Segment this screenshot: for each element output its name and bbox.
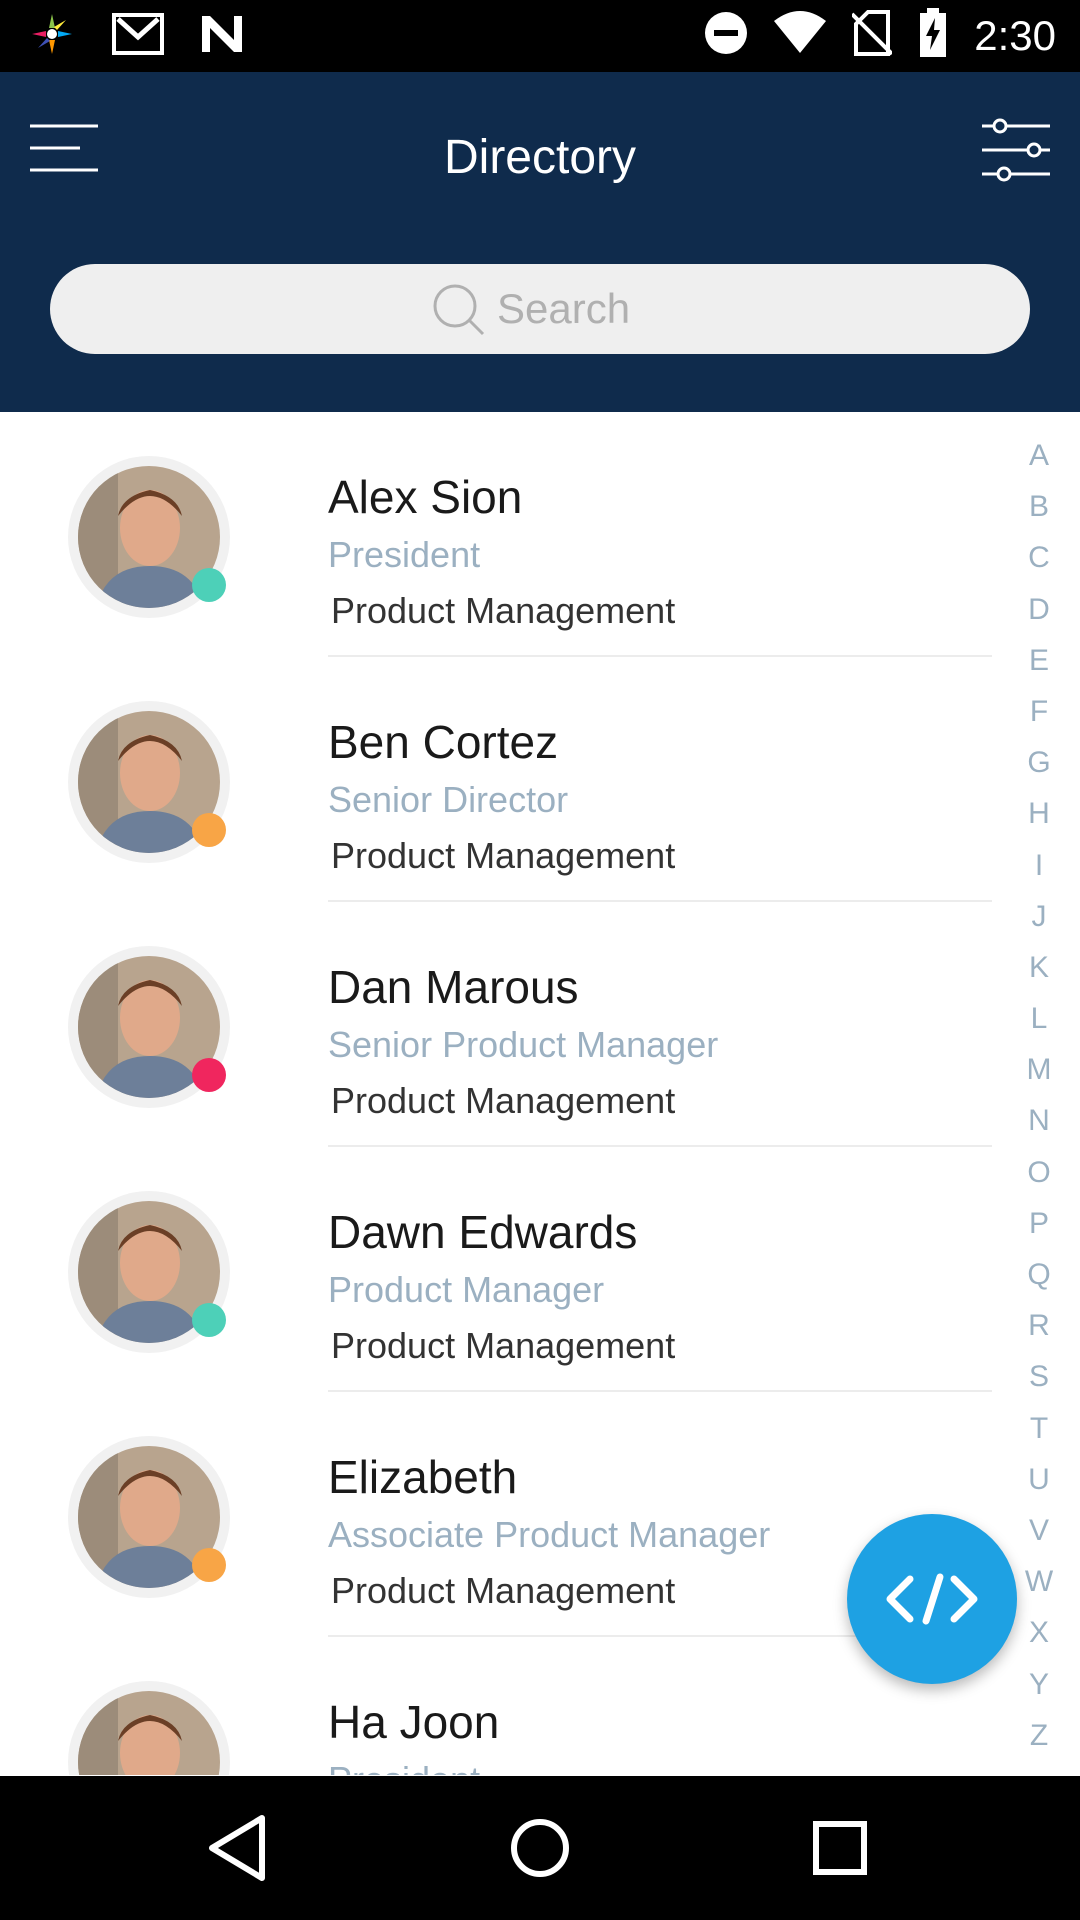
index-letter[interactable]: Q [1027, 1249, 1050, 1300]
home-button[interactable] [500, 1808, 580, 1888]
recents-icon [813, 1821, 867, 1875]
index-letter[interactable]: O [1027, 1147, 1050, 1198]
index-letter[interactable]: G [1027, 737, 1050, 788]
contact-department: Product Management [331, 1570, 676, 1611]
avatar [68, 1191, 230, 1353]
index-letter[interactable]: I [1035, 840, 1043, 891]
index-letter[interactable]: U [1028, 1454, 1050, 1505]
navigation-bar [0, 1776, 1080, 1920]
contact-name: Alex Sion [328, 471, 523, 523]
index-letter[interactable]: E [1029, 635, 1049, 686]
presence-dot [192, 813, 226, 847]
contact-title: Senior Product Manager [328, 1024, 719, 1065]
presence-dot [192, 568, 226, 602]
contact-title: Senior Director [328, 779, 569, 820]
index-letter[interactable]: T [1030, 1403, 1048, 1454]
index-letter[interactable]: C [1028, 532, 1050, 583]
contact-row[interactable]: Ha Joon President [0, 1637, 1000, 1775]
presence-dot [192, 1303, 226, 1337]
index-letter[interactable]: A [1029, 430, 1049, 481]
contact-name: Dan Marous [328, 961, 579, 1013]
avatar [68, 946, 230, 1108]
code-icon [886, 1573, 978, 1625]
avatar [68, 701, 230, 863]
page-title: Directory [443, 131, 637, 184]
avatar [68, 456, 230, 618]
contact-row[interactable]: Alex Sion President Product Management [0, 412, 1000, 657]
no-sim-icon [850, 10, 894, 61]
search-bar [50, 264, 1030, 354]
battery-charging-icon [918, 8, 948, 63]
index-letter[interactable]: Y [1029, 1659, 1049, 1710]
avatar [68, 1436, 230, 1598]
contact-list: Alex Sion President Product Management B… [0, 412, 1000, 1775]
filter-sliders-icon [982, 118, 1050, 182]
contact-name: Dawn Edwards [328, 1206, 638, 1258]
contact-title: President [328, 1759, 480, 1775]
search-input[interactable] [495, 284, 649, 334]
contact-department: Product Management [331, 835, 676, 876]
contact-department: Product Management [331, 1325, 676, 1366]
clock: 2:30 [974, 11, 1056, 59]
contact-title: President [328, 534, 481, 575]
contact-department: Product Management [331, 590, 676, 631]
index-letter[interactable]: J [1032, 891, 1047, 942]
index-letter[interactable]: P [1029, 1198, 1049, 1249]
index-letter[interactable]: Z [1030, 1710, 1048, 1761]
presence-dot [192, 1058, 226, 1092]
pinwheel-app-icon [28, 10, 76, 63]
contact-row[interactable]: Ben Cortez Senior Director Product Manag… [0, 657, 1000, 902]
index-letter[interactable]: K [1029, 942, 1049, 993]
index-letter[interactable]: H [1028, 788, 1050, 839]
index-letter[interactable]: X [1029, 1607, 1049, 1658]
filter-button[interactable] [980, 116, 1052, 188]
index-letter[interactable]: S [1029, 1351, 1049, 1402]
index-letter[interactable]: F [1030, 686, 1048, 737]
recents-button[interactable] [800, 1808, 880, 1888]
home-icon [511, 1819, 569, 1877]
index-letter[interactable]: V [1029, 1505, 1049, 1556]
avatar-photo [78, 1691, 220, 1775]
gmail-icon [112, 13, 164, 60]
index-letter[interactable]: N [1028, 1095, 1050, 1146]
contact-row[interactable]: Dan Marous Senior Product Manager Produc… [0, 902, 1000, 1147]
avatar [68, 1681, 230, 1775]
code-fab-button[interactable] [847, 1514, 1017, 1684]
back-icon [209, 1815, 265, 1881]
index-letter[interactable]: D [1028, 584, 1050, 635]
index-letter[interactable]: M [1027, 1044, 1052, 1095]
contact-name: Ben Cortez [328, 716, 559, 768]
index-letter[interactable]: L [1031, 993, 1048, 1044]
do-not-disturb-icon [704, 11, 748, 60]
contact-name: Elizabeth [328, 1451, 518, 1503]
index-letter[interactable]: R [1028, 1300, 1050, 1351]
contact-title: Associate Product Manager [328, 1514, 771, 1555]
contact-title: Product Manager [328, 1269, 605, 1310]
app-header: Directory [0, 72, 1080, 412]
index-letter[interactable]: B [1029, 481, 1049, 532]
contact-name: Ha Joon [328, 1696, 500, 1748]
contact-department: Product Management [331, 1080, 676, 1121]
wifi-icon [774, 11, 827, 60]
presence-dot [192, 1548, 226, 1582]
back-button[interactable] [200, 1808, 280, 1888]
n-icon [200, 14, 244, 59]
alphabet-index: ABCDEFGHIJKLMNOPQRSTUVWXYZ [1018, 430, 1060, 1761]
index-letter[interactable]: W [1025, 1556, 1053, 1607]
search-icon [433, 284, 485, 336]
contact-row[interactable]: Dawn Edwards Product Manager Product Man… [0, 1147, 1000, 1392]
status-bar: 2:30 [0, 0, 1080, 72]
